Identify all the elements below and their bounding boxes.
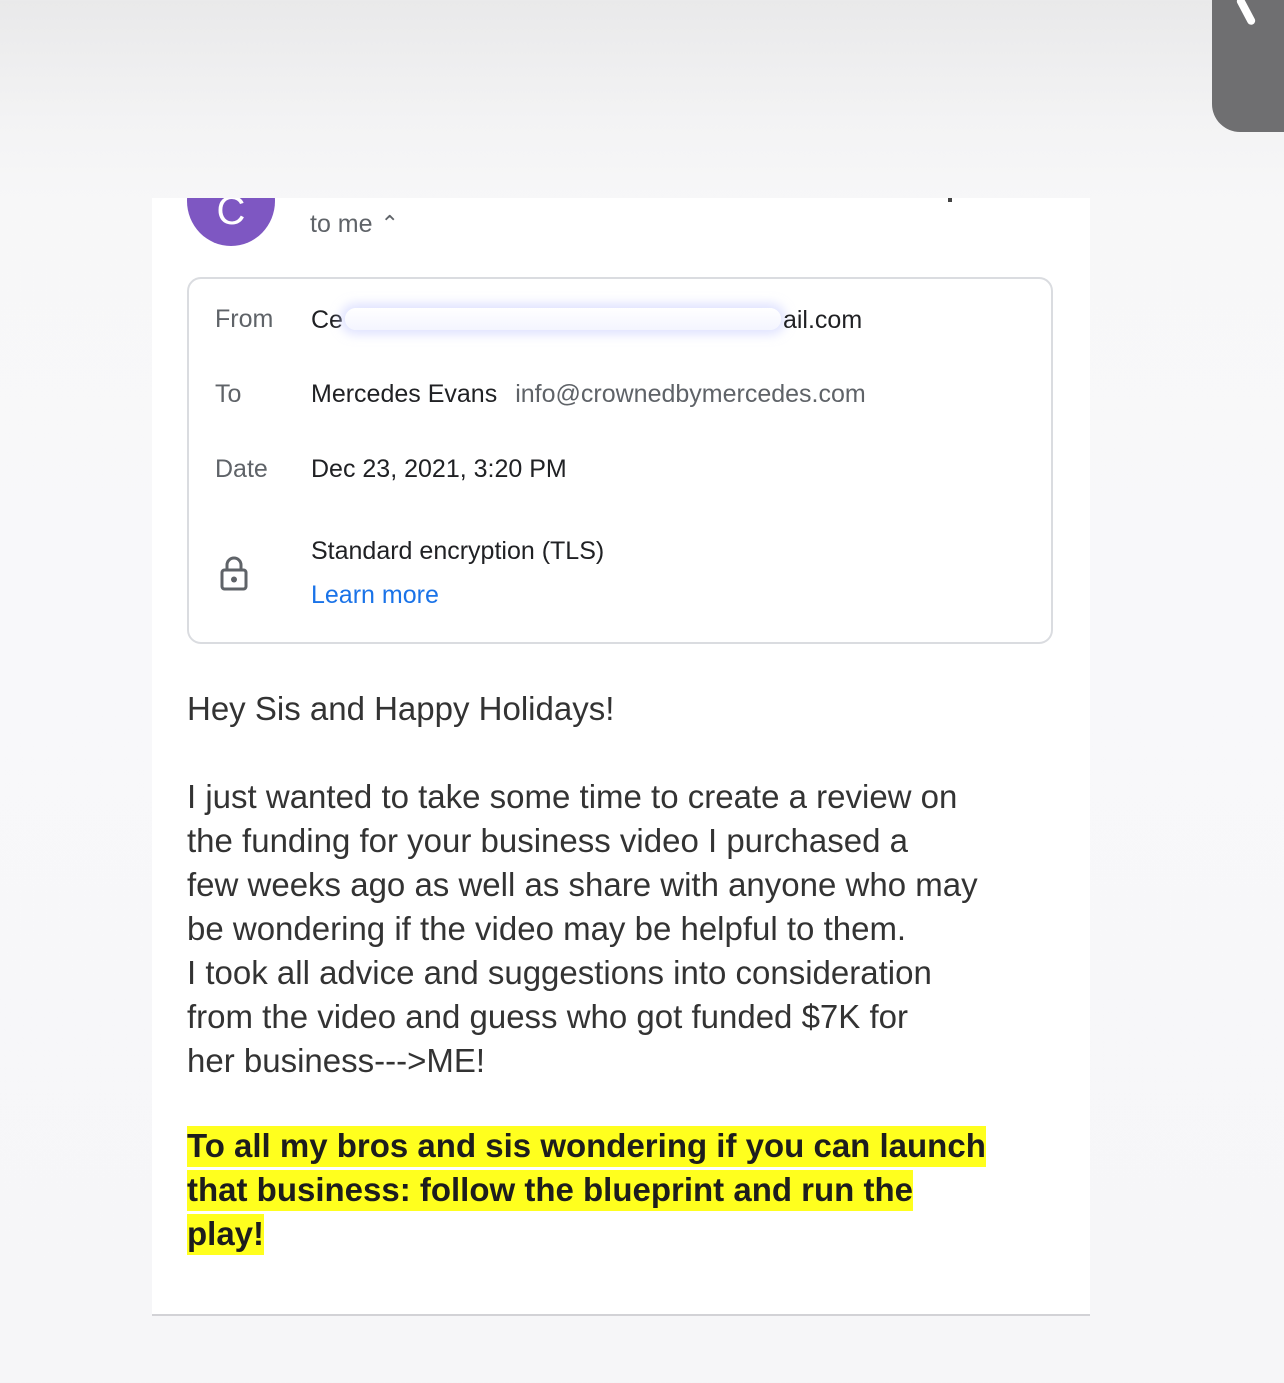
learn-more-link[interactable]: Learn more: [311, 579, 439, 611]
recipient-summary-toggle[interactable]: to me ⌃: [310, 208, 399, 240]
to-label: To: [215, 380, 242, 408]
message-paragraph: I just wanted to take some time to creat…: [187, 775, 1067, 1083]
paragraph-line: her business--->ME!: [187, 1042, 486, 1079]
date-value: Dec 23, 2021, 3:20 PM: [311, 455, 567, 483]
paragraph-line: I just wanted to take some time to creat…: [187, 778, 958, 815]
to-name: Mercedes Evans: [311, 380, 498, 408]
date-label: Date: [215, 455, 268, 483]
edit-mark-icon: [1235, 0, 1257, 27]
to-value: Mercedes Evans info@crownedbymercedes.com: [311, 378, 866, 410]
from-address-visible-end: ail.com: [782, 306, 863, 334]
lock-icon: [220, 556, 248, 591]
more-options-fragment: [948, 198, 952, 202]
from-value: Ce ail.com: [311, 304, 862, 336]
sender-avatar[interactable]: C: [187, 198, 275, 246]
highlighted-line: that business: follow the blueprint and …: [187, 1170, 913, 1211]
divider: [152, 1314, 1090, 1316]
highlighted-line: To all my bros and sis wondering if you …: [187, 1126, 986, 1167]
chevron-up-icon: ⌃: [380, 211, 399, 236]
to-email[interactable]: info@crownedbymercedes.com: [515, 380, 866, 408]
highlighted-line: play!: [187, 1214, 265, 1255]
paragraph-line: I took all advice and suggestions into c…: [187, 954, 932, 991]
greeting-text: Hey Sis and Happy Holidays!: [187, 690, 615, 727]
paragraph-line: from the video and guess who got funded …: [187, 998, 908, 1035]
message-greeting: Hey Sis and Happy Holidays!: [187, 687, 1067, 731]
paragraph-line: the funding for your business video I pu…: [187, 822, 908, 859]
from-address-visible-start: Ce: [311, 306, 343, 334]
paragraph-line: be wondering if the video may be helpful…: [187, 910, 907, 947]
highlighted-message: To all my bros and sis wondering if you …: [187, 1124, 1067, 1256]
redaction-blur: [344, 308, 781, 330]
email-message-card: C to me ⌃ From Ce ail.com To Mercedes Evan…: [152, 198, 1090, 1315]
corner-overlay-button[interactable]: [1212, 0, 1284, 132]
paragraph-line: few weeks ago as well as share with anyo…: [187, 866, 978, 903]
message-details-panel: From Ce ail.com To Mercedes Evans info@cro…: [187, 277, 1053, 644]
from-label: From: [215, 305, 274, 333]
encryption-status: Standard encryption (TLS): [311, 537, 605, 565]
recipient-summary-label: to me: [310, 210, 373, 238]
